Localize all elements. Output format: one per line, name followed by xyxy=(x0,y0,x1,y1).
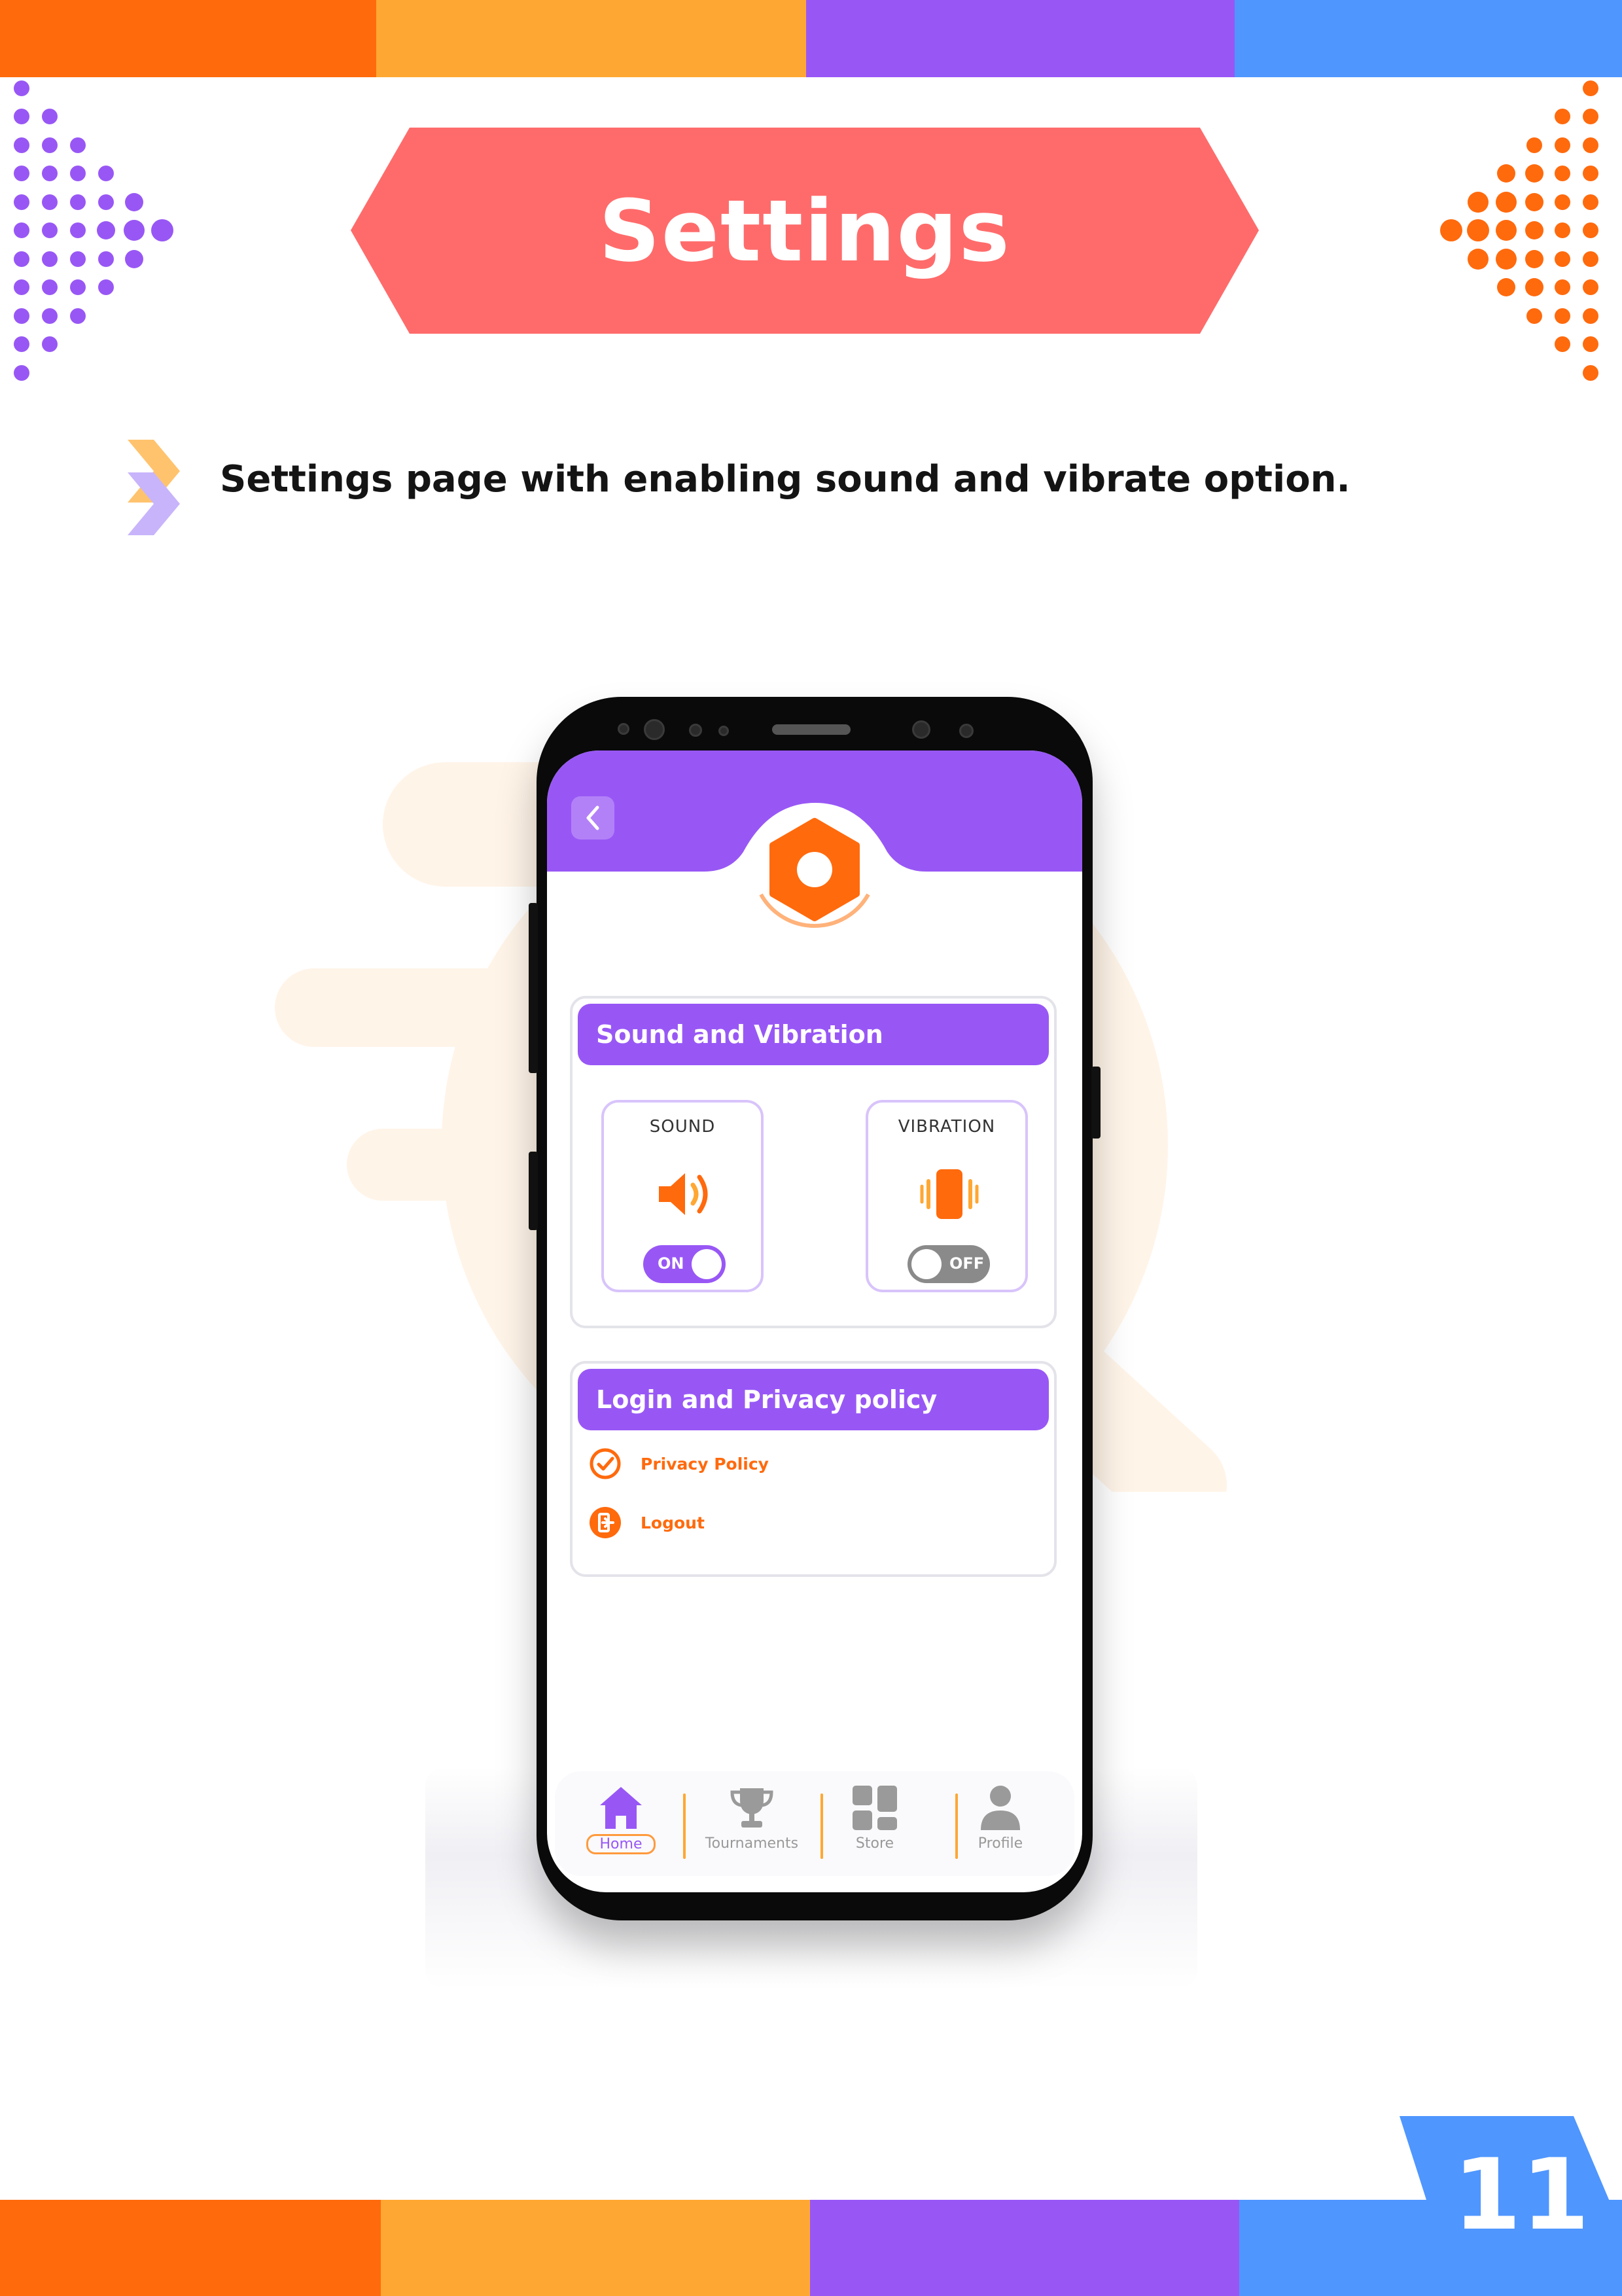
store-grid-icon xyxy=(853,1786,897,1830)
trophy-icon xyxy=(730,1788,773,1828)
page-title: Settings xyxy=(599,181,1011,281)
vibrate-icon xyxy=(920,1169,979,1219)
privacy-policy-link[interactable]: Privacy Policy xyxy=(588,1445,769,1482)
double-chevron-bullet-icon xyxy=(128,440,180,535)
sound-vibration-header: Sound and Vibration xyxy=(578,1004,1049,1065)
sound-label: SOUND xyxy=(649,1117,716,1137)
nav-separator xyxy=(683,1793,686,1859)
phone-camera xyxy=(912,720,930,739)
phone-camera xyxy=(618,723,629,735)
speaker-icon xyxy=(659,1173,708,1215)
login-privacy-header: Login and Privacy policy xyxy=(578,1369,1049,1430)
app-screen: Sound and Vibration SOUND ON VIBRATION O… xyxy=(547,751,1082,1892)
right-dot-arrow-decoration xyxy=(1440,80,1598,381)
bottom-navigation: Home Tournaments Store Profile xyxy=(555,1771,1074,1876)
phone-side-button xyxy=(1091,1067,1101,1139)
description-text: Settings page with enabling sound and vi… xyxy=(220,458,1350,501)
phone-camera xyxy=(644,719,665,740)
toggle-knob xyxy=(911,1249,942,1279)
back-button[interactable] xyxy=(571,796,614,839)
chevron-left-icon xyxy=(586,805,599,830)
privacy-policy-label: Privacy Policy xyxy=(641,1454,769,1474)
left-dot-arrow-decoration xyxy=(14,80,173,381)
sound-option: SOUND ON xyxy=(601,1100,764,1292)
nav-profile-label: Profile xyxy=(978,1835,1023,1852)
nav-tournaments-label: Tournaments xyxy=(705,1835,799,1852)
home-icon xyxy=(600,1787,642,1829)
vibration-toggle-text: OFF xyxy=(949,1254,985,1273)
top-color-band xyxy=(0,0,1622,77)
nav-tournaments[interactable]: Tournaments xyxy=(696,1784,807,1869)
gear-icon xyxy=(749,804,880,935)
phone-side-button xyxy=(529,1152,538,1230)
vibration-option: VIBRATION OFF xyxy=(866,1100,1028,1292)
toggle-knob xyxy=(692,1249,722,1279)
vibration-toggle[interactable]: OFF xyxy=(908,1245,990,1283)
nav-home[interactable]: Home xyxy=(565,1784,677,1869)
phone-sensor xyxy=(689,724,702,737)
bottom-color-band xyxy=(0,2200,1622,2296)
phone-sensor xyxy=(718,726,729,736)
vibration-label: VIBRATION xyxy=(898,1117,996,1137)
phone-side-button xyxy=(529,903,538,1073)
sound-toggle[interactable]: ON xyxy=(643,1245,726,1283)
phone-speaker xyxy=(772,724,851,735)
logout-link[interactable]: Logout xyxy=(588,1504,705,1541)
check-circle-icon xyxy=(590,1448,621,1479)
logout-label: Logout xyxy=(641,1513,705,1532)
nav-store-label: Store xyxy=(855,1835,894,1852)
login-privacy-card: Login and Privacy policy Privacy Policy … xyxy=(570,1361,1057,1577)
nav-store[interactable]: Store xyxy=(819,1784,930,1869)
nav-profile[interactable]: Profile xyxy=(945,1784,1056,1869)
page-number: 11 xyxy=(1453,2138,1590,2252)
sound-toggle-text: ON xyxy=(658,1254,684,1273)
profile-icon xyxy=(981,1786,1020,1830)
logout-icon xyxy=(590,1507,621,1538)
nav-home-label: Home xyxy=(586,1834,656,1854)
sound-vibration-card: Sound and Vibration SOUND ON VIBRATION O… xyxy=(570,996,1057,1328)
phone-sensor xyxy=(959,724,974,738)
